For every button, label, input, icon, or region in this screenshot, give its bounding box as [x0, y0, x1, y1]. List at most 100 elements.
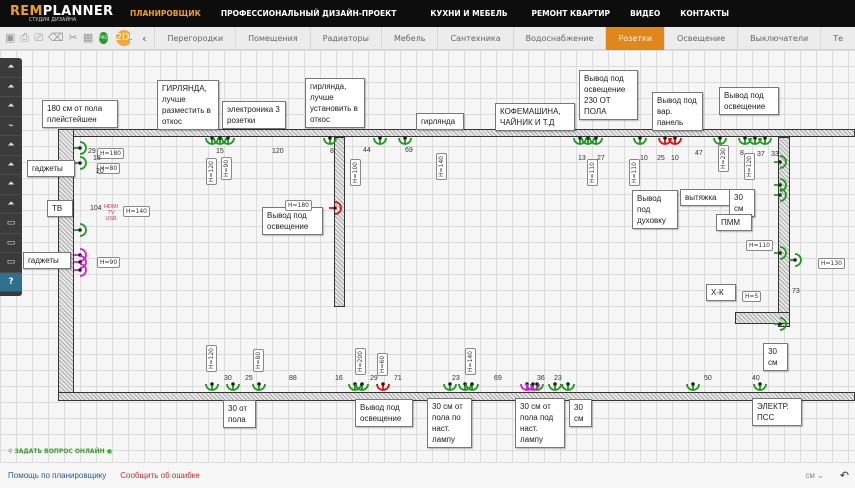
socket-icon[interactable]	[561, 382, 575, 391]
annotation-label[interactable]: 30 от пола	[223, 400, 256, 428]
socket-icon[interactable]	[74, 263, 87, 277]
annotation-label[interactable]: 30 см	[569, 399, 592, 427]
help-link[interactable]: Помощь по планировщику	[8, 471, 106, 480]
tab-water[interactable]: Водоснабжение	[512, 26, 606, 50]
socket-icon[interactable]	[74, 156, 87, 170]
socket-tool-icon[interactable]: ⏶	[0, 58, 22, 78]
tab-switches[interactable]: Выключатели	[737, 26, 820, 50]
socket-icon[interactable]	[221, 136, 235, 145]
height-tag[interactable]: H=140	[123, 206, 150, 217]
tab-plumbing[interactable]: Сантехника	[437, 26, 512, 50]
socket-icon[interactable]	[323, 136, 337, 145]
socket-icon[interactable]	[226, 382, 240, 391]
height-tag[interactable]: H=110	[629, 159, 640, 186]
socket-tool-icon[interactable]: ⏶	[0, 195, 22, 214]
annotation-label[interactable]: Вывод под освещение 230 ОТ ПОЛА	[579, 70, 638, 120]
socket-icon[interactable]	[205, 382, 219, 391]
socket-block-icon[interactable]: ▭	[0, 214, 22, 234]
annotation-label[interactable]: Вывод под духовку	[632, 190, 678, 229]
height-tag[interactable]: H=60	[377, 352, 388, 376]
height-tag[interactable]: H=200	[355, 348, 366, 375]
annotation-label[interactable]: гаджеты	[23, 252, 71, 269]
annotation-label[interactable]: 180 см от пола плейстейшен	[42, 100, 118, 128]
tab-furniture[interactable]: Мебель	[380, 26, 438, 50]
socket-icon[interactable]	[686, 382, 700, 391]
chevron-left-icon[interactable]: ‹	[142, 32, 146, 45]
nav-kitchens[interactable]: КУХНИ И МЕБЕЛЬ	[430, 9, 507, 18]
socket-icon[interactable]	[713, 136, 727, 145]
socket-tool-icon[interactable]: ⏶	[0, 156, 22, 175]
annotation-label[interactable]: Вывод под освещение	[262, 207, 323, 235]
height-tag[interactable]: H=230	[718, 145, 729, 172]
tab-more[interactable]: Те	[820, 26, 855, 50]
print-icon[interactable]: ⎚	[34, 31, 43, 45]
socket-icon[interactable]	[376, 382, 390, 391]
socket-tool-icon[interactable]: ⏶	[0, 175, 22, 195]
tools-icon[interactable]: ✂	[69, 31, 78, 45]
height-tag[interactable]: H=110	[587, 159, 598, 186]
tab-lighting[interactable]: Освещение	[664, 26, 737, 50]
socket-icon[interactable]	[373, 136, 387, 145]
tab-radiators[interactable]: Радиаторы	[309, 26, 381, 50]
annotation-label[interactable]: Вывод под освещение	[355, 399, 413, 427]
annotation-label[interactable]: гаджеты	[27, 160, 75, 177]
nav-design-project[interactable]: ПРОФЕССИОНАЛЬНЫЙ ДИЗАЙН-ПРОЕКТ	[221, 9, 397, 18]
socket-icon[interactable]	[753, 382, 767, 391]
socket-icon[interactable]	[74, 223, 87, 237]
socket-block-icon[interactable]: ▭	[0, 253, 22, 273]
annotation-label[interactable]: ТВ	[47, 200, 73, 217]
height-tag[interactable]: H=80	[253, 348, 264, 372]
undo-icon[interactable]: ↶	[840, 469, 849, 482]
annotation-label[interactable]: гирлянда	[416, 113, 464, 130]
ask-online-link[interactable]: ⚲ ЗАДАТЬ ВОПРОС ОНЛАЙН ●	[8, 448, 112, 455]
socket-icon[interactable]	[465, 382, 479, 391]
height-tag[interactable]: H=180	[97, 148, 124, 159]
help-button[interactable]: ?	[0, 272, 22, 292]
annotation-label[interactable]: Вывод под освещение	[719, 87, 779, 115]
socket-block-icon[interactable]: ▭	[0, 234, 22, 253]
tab-sockets[interactable]: Розетки	[605, 26, 665, 50]
annotation-label[interactable]: Х-К	[706, 284, 736, 301]
socket-tool-icon[interactable]: ⏶	[0, 136, 22, 156]
socket-icon[interactable]	[252, 382, 266, 391]
nav-planner[interactable]: ПЛАНИРОВЩИК	[130, 9, 201, 18]
socket-icon[interactable]	[789, 253, 802, 267]
socket-icon[interactable]	[74, 248, 87, 262]
unit-select[interactable]: см ⌄	[805, 471, 823, 480]
export-icon[interactable]: ⎙	[20, 31, 29, 45]
height-tag[interactable]: H=100	[350, 159, 361, 186]
height-tag[interactable]: H=180	[285, 200, 312, 211]
height-tag[interactable]: H=140	[436, 153, 447, 180]
height-tag[interactable]: H=120	[206, 158, 217, 185]
socket-icon[interactable]	[443, 382, 457, 391]
height-tag[interactable]: H=130	[818, 258, 845, 269]
mode-3d-button[interactable]: 3D	[129, 30, 133, 46]
socket-icon[interactable]	[774, 317, 787, 331]
pro-badge[interactable]: PRO	[99, 32, 108, 44]
socket-icon[interactable]	[398, 136, 412, 145]
tab-rooms[interactable]: Помещения	[235, 26, 310, 50]
save-icon[interactable]: ▣	[5, 31, 15, 45]
cable-icon[interactable]: ⌁	[0, 117, 22, 136]
report-error-link[interactable]: Сообщить об ошибке	[120, 471, 200, 480]
socket-icon[interactable]	[329, 201, 342, 215]
socket-icon[interactable]	[355, 382, 369, 391]
annotation-label[interactable]: вытяжка	[680, 189, 730, 206]
height-tag[interactable]: H=120	[744, 153, 755, 180]
clear-icon[interactable]: ⌫	[48, 31, 64, 45]
annotation-label[interactable]: электроника 3 розетки	[222, 101, 286, 129]
socket-icon[interactable]	[589, 136, 603, 145]
socket-icon[interactable]	[774, 246, 787, 260]
height-tag[interactable]: H=120	[206, 345, 217, 372]
height-tag[interactable]: H=140	[465, 348, 476, 375]
height-tag[interactable]: H=90	[221, 156, 232, 180]
height-tag[interactable]: H=110	[746, 240, 773, 251]
annotation-label[interactable]: ЭЛЕКТР. ПСС	[752, 398, 802, 426]
mode-2d-button[interactable]: 2D	[115, 30, 130, 46]
logo[interactable]: REMPLANNER СТУДИЯ ДИЗАЙНА	[0, 5, 113, 23]
annotation-label[interactable]: 30 см от пола под наст. лампу	[515, 398, 565, 448]
annotation-label[interactable]: ПММ	[716, 214, 752, 231]
height-tag[interactable]: H=5	[742, 291, 762, 302]
socket-tool-icon[interactable]: ⏶	[0, 78, 22, 97]
height-tag[interactable]: H=90	[97, 257, 121, 268]
